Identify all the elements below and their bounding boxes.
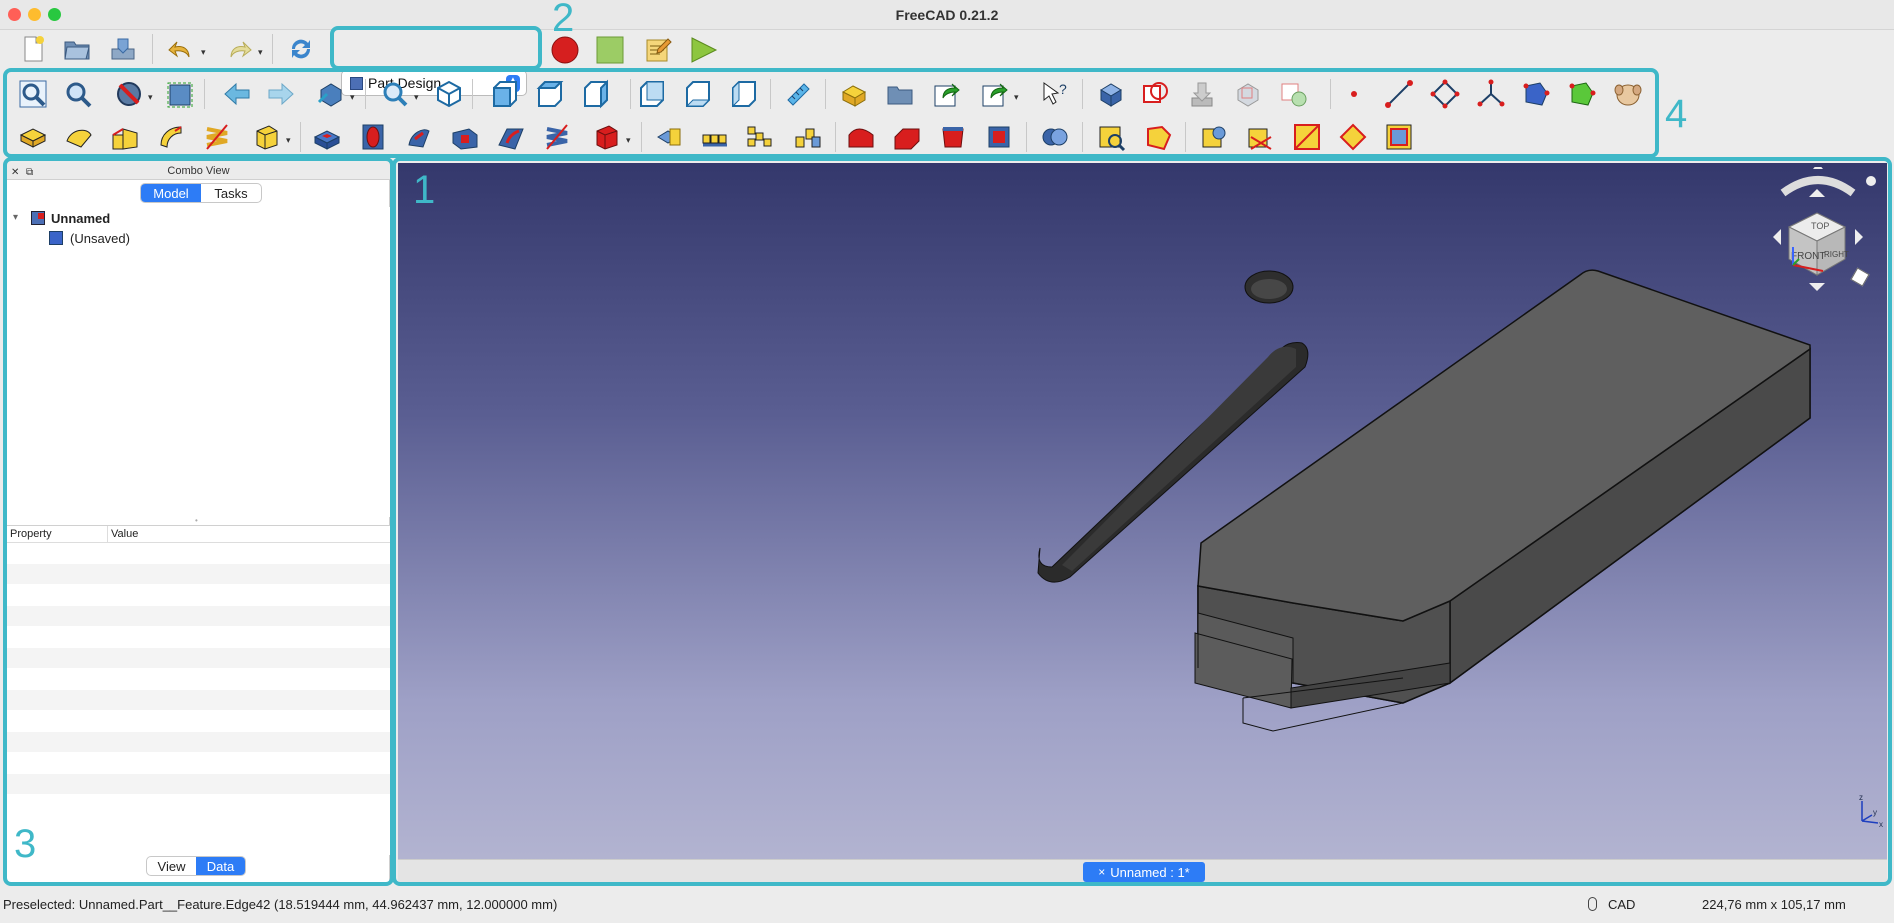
navigation-style[interactable]: CAD <box>1608 897 1635 912</box>
save-icon[interactable] <box>108 34 138 64</box>
stop-macro-icon[interactable] <box>595 35 625 65</box>
status-bar: Preselected: Unnamed.Part__Feature.Edge4… <box>0 889 1894 923</box>
main-toolbar: ▾ ▾ Part Design ▲▼ <box>0 34 1894 96</box>
new-document-icon[interactable] <box>18 34 48 64</box>
mouse-icon <box>1588 897 1597 911</box>
annotation-number-2: 2 <box>552 0 575 40</box>
macro-editor-icon[interactable] <box>643 35 673 65</box>
annotation-box-3 <box>3 157 394 886</box>
undo-dropdown-icon[interactable]: ▾ <box>201 47 206 58</box>
refresh-icon[interactable] <box>286 34 316 64</box>
annotation-box-4 <box>3 68 1659 158</box>
redo-dropdown-icon[interactable]: ▾ <box>258 47 263 58</box>
annotation-number-1: 1 <box>413 168 436 212</box>
annotation-number-4: 4 <box>1665 92 1688 136</box>
status-message: Preselected: Unnamed.Part__Feature.Edge4… <box>3 897 558 912</box>
annotation-box-2 <box>330 26 542 70</box>
freecad-window: FreeCAD 0.21.2 ▾ ▾ Part Design ▲▼ ▾ <box>0 0 1894 923</box>
annotation-box-1 <box>392 157 1892 886</box>
run-macro-icon[interactable] <box>688 35 718 65</box>
open-folder-icon[interactable] <box>62 34 92 64</box>
window-title: FreeCAD 0.21.2 <box>895 7 999 23</box>
view-dimensions: 224,76 mm x 105,17 mm <box>1702 897 1846 912</box>
redo-icon[interactable] <box>224 34 254 64</box>
title-bar: FreeCAD 0.21.2 <box>0 0 1894 30</box>
annotation-number-3: 3 <box>14 822 37 866</box>
undo-icon[interactable] <box>166 34 196 64</box>
